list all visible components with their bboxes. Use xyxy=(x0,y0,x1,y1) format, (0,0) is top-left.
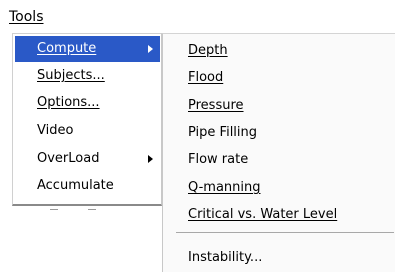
submenu-item-flood[interactable]: Flood xyxy=(188,64,223,91)
menu-item-accumulate[interactable]: Accumulate xyxy=(15,173,160,199)
menu-item-label: Options... xyxy=(37,95,100,110)
menu-item-label: Accumulate xyxy=(37,178,114,193)
menu-item-compute[interactable]: Compute xyxy=(15,36,160,62)
menu-item-label: Subjects... xyxy=(37,68,105,83)
submenu-item-q-manning[interactable]: Q-manning xyxy=(188,174,261,201)
compute-submenu: Depth Flood Pressure Pipe Filling Flow r… xyxy=(162,33,395,272)
underlying-menu-fragment xyxy=(50,209,58,210)
submenu-item-instability[interactable]: Instability... xyxy=(188,244,262,271)
menu-item-overload[interactable]: OverLoad xyxy=(15,146,160,172)
menu-item-label: Video xyxy=(37,123,74,138)
submenu-item-pipe-filling[interactable]: Pipe Filling xyxy=(188,119,257,146)
submenu-item-pressure[interactable]: Pressure xyxy=(188,92,244,119)
submenu-item-flow-rate[interactable]: Flow rate xyxy=(188,146,248,173)
menu-item-video[interactable]: Video xyxy=(15,118,160,144)
submenu-arrow-icon xyxy=(148,45,153,53)
menu-item-subjects[interactable]: Subjects... xyxy=(15,63,160,89)
menu-item-options[interactable]: Options... xyxy=(15,90,160,116)
menu-item-label: Compute xyxy=(37,41,97,56)
menu-item-label: OverLoad xyxy=(37,151,100,166)
submenu-item-critical-vs-water-level[interactable]: Critical vs. Water Level xyxy=(188,201,337,228)
submenu-arrow-icon xyxy=(148,155,153,163)
underlying-menu-fragment xyxy=(88,209,96,210)
submenu-item-depth[interactable]: Depth xyxy=(188,37,228,64)
tools-menu: Compute Subjects... Options... Video Ove… xyxy=(12,33,162,206)
menu-tools[interactable]: Tools xyxy=(9,7,44,27)
menu-separator xyxy=(176,232,394,233)
